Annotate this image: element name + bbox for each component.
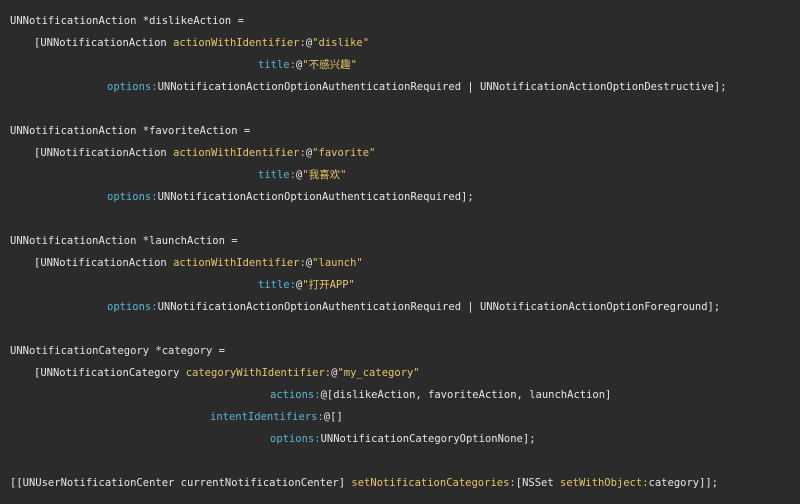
code-line: options:UNNotificationActionOptionAuthen… [107, 76, 727, 98]
code-token: "dislike" [312, 37, 370, 49]
code-token: [UNNotificationAction [34, 257, 174, 269]
code-token: title: [258, 279, 296, 291]
code-token: UNNotificationActionOptionAuthentication… [157, 301, 721, 313]
code-token: "不感兴趣" [302, 59, 357, 71]
code-token: actions: [270, 389, 321, 401]
code-token: category]]; [648, 477, 719, 489]
code-token: options: [107, 81, 158, 93]
code-token: "我喜欢" [302, 169, 347, 181]
code-token: options: [107, 301, 158, 313]
code-token: UNNotificationCategory *category = [10, 345, 225, 357]
code-line: [UNNotificationAction actionWithIdentifi… [34, 32, 369, 54]
code-line: title:@"打开APP" [258, 274, 355, 296]
code-token: @[dislikeAction, favoriteAction, launchA… [320, 389, 612, 401]
code-token: UNNotificationActionOptionAuthentication… [157, 81, 727, 93]
code-token: "launch" [312, 257, 363, 269]
code-token: title: [258, 59, 296, 71]
code-token: UNNotificationAction *launchAction = [10, 235, 238, 247]
code-line: title:@"我喜欢" [258, 164, 346, 186]
code-token: UNNotificationAction *favoriteAction = [10, 125, 251, 137]
code-token: UNNotificationAction *dislikeAction = [10, 15, 244, 27]
code-token: categoryWithIdentifier: [185, 367, 332, 379]
code-line: [UNNotificationCategory categoryWithIden… [34, 362, 420, 384]
code-token: options: [107, 191, 158, 203]
code-line: intentIdentifiers:@[] [210, 406, 343, 428]
code-line: UNNotificationAction *dislikeAction = [10, 10, 244, 32]
code-token: actionWithIdentifier: [173, 37, 306, 49]
code-line: [[UNUserNotificationCenter currentNotifi… [10, 472, 718, 494]
code-token: [[UNUserNotificationCenter currentNotifi… [10, 477, 352, 489]
code-token: setNotificationCategories: [351, 477, 516, 489]
code-token: [UNNotificationCategory [34, 367, 186, 379]
code-line: UNNotificationAction *favoriteAction = [10, 120, 250, 142]
code-token: "my_category" [337, 367, 420, 379]
code-line: UNNotificationCategory *category = [10, 340, 225, 362]
code-line: actions:@[dislikeAction, favoriteAction,… [270, 384, 611, 406]
code-token: "打开APP" [302, 279, 355, 291]
code-line: [UNNotificationAction actionWithIdentifi… [34, 252, 363, 274]
code-token: setWithObject: [560, 477, 649, 489]
code-token: @[] [323, 411, 343, 423]
code-token: title: [258, 169, 296, 181]
code-token: actionWithIdentifier: [173, 257, 306, 269]
code-token: [UNNotificationAction [34, 147, 174, 159]
code-token: [NSSet [515, 477, 561, 489]
code-token: "favorite" [312, 147, 376, 159]
code-token: actionWithIdentifier: [173, 147, 306, 159]
code-line: options:UNNotificationCategoryOptionNone… [270, 428, 536, 450]
code-line: options:UNNotificationActionOptionAuthen… [107, 296, 720, 318]
code-token: intentIdentifiers: [210, 411, 324, 423]
code-line: options:UNNotificationActionOptionAuthen… [107, 186, 474, 208]
code-token: [UNNotificationAction [34, 37, 174, 49]
code-view: UNNotificationAction *dislikeAction = [UN… [0, 0, 800, 504]
code-token: UNNotificationActionOptionAuthentication… [157, 191, 474, 203]
code-token: options: [270, 433, 321, 445]
code-line: UNNotificationAction *launchAction = [10, 230, 238, 252]
code-line: title:@"不感兴趣" [258, 54, 357, 76]
code-token: UNNotificationCategoryOptionNone]; [320, 433, 536, 445]
code-line: [UNNotificationAction actionWithIdentifi… [34, 142, 375, 164]
